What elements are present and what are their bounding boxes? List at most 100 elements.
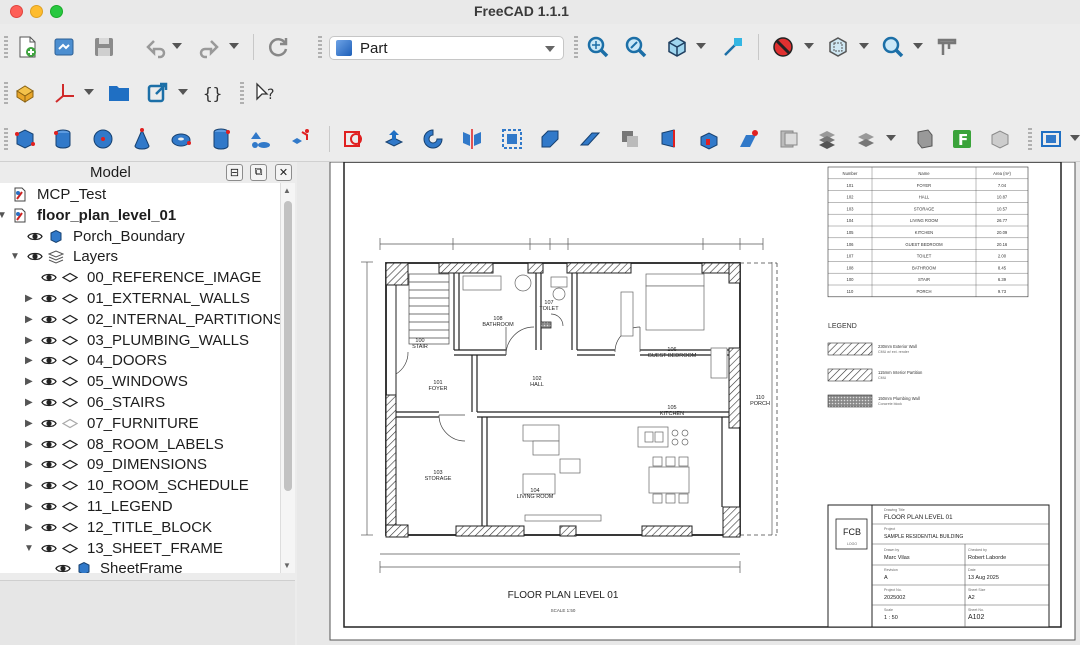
create-part-icon[interactable] — [12, 80, 38, 106]
toolbar-grip[interactable] — [240, 82, 244, 104]
cross-sections-icon[interactable] — [776, 126, 802, 152]
tube-icon[interactable] — [208, 126, 234, 152]
caliper-icon[interactable] — [934, 34, 960, 60]
create-group-icon[interactable] — [106, 80, 132, 106]
shape-from-mesh-icon[interactable] — [341, 126, 367, 152]
tree-item[interactable]: ▶ 02_INTERNAL_PARTITIONS — [0, 309, 280, 330]
collapse-arrow-icon[interactable]: ▶ — [25, 350, 33, 371]
redo-dropdown-icon[interactable] — [229, 43, 239, 49]
box-dropdown-icon[interactable] — [859, 43, 869, 49]
visibility-eye-icon[interactable] — [41, 270, 57, 285]
tree-item[interactable]: ▶ 09_DIMENSIONS — [0, 454, 280, 475]
mirror-icon[interactable] — [459, 126, 485, 152]
chamfer-icon[interactable] — [537, 126, 563, 152]
tree-item[interactable]: SheetFrame — [0, 558, 280, 573]
visibility-eye-icon[interactable] — [41, 416, 57, 431]
whats-this-icon[interactable]: ? — [252, 80, 278, 106]
revolve-icon[interactable] — [420, 126, 446, 152]
check-dropdown-icon[interactable] — [1070, 135, 1080, 141]
view-dropdown-icon[interactable] — [696, 43, 706, 49]
offset-icon[interactable] — [814, 126, 840, 152]
toolbar-grip[interactable] — [318, 36, 322, 58]
visibility-eye-icon[interactable] — [41, 374, 57, 389]
visibility-eye-icon[interactable] — [41, 478, 57, 493]
cylinder-icon[interactable] — [50, 126, 76, 152]
visibility-eye-icon[interactable] — [41, 541, 57, 556]
cone-icon[interactable] — [129, 126, 155, 152]
collapse-arrow-icon[interactable]: ▶ — [25, 434, 33, 455]
check-geometry-icon[interactable] — [1038, 126, 1064, 152]
expand-arrow-icon[interactable]: ▼ — [10, 246, 20, 267]
visibility-eye-icon[interactable] — [41, 499, 57, 514]
visibility-eye-icon[interactable] — [41, 457, 57, 472]
visibility-eye-icon[interactable] — [41, 353, 57, 368]
expand-arrow-icon[interactable]: ▼ — [24, 538, 34, 559]
collapse-arrow-icon[interactable]: ▶ — [25, 496, 33, 517]
drawing-view[interactable]: 100 STAIR 101 FOYER 102 HALL 103 STORAGE 104 LIVI… — [297, 162, 1080, 645]
save-icon[interactable] — [91, 34, 117, 60]
tree-item[interactable]: ▼ floor_plan_level_01 — [0, 205, 280, 226]
thickness-icon[interactable] — [853, 126, 879, 152]
draw-style-dropdown-icon[interactable] — [804, 43, 814, 49]
section-icon[interactable] — [736, 126, 762, 152]
color-per-face-icon[interactable] — [987, 126, 1013, 152]
visibility-eye-icon[interactable] — [41, 312, 57, 327]
draw-style-icon[interactable] — [770, 34, 796, 60]
tree-item[interactable]: ▶ 01_EXTERNAL_WALLS — [0, 288, 280, 309]
attachment-icon[interactable]: F — [949, 126, 975, 152]
visibility-eye-icon[interactable] — [55, 561, 71, 573]
collapse-arrow-icon[interactable]: ▶ — [25, 392, 33, 413]
tree-scrollbar[interactable]: ▲ ▼ — [280, 183, 295, 573]
coordinate-dropdown-icon[interactable] — [84, 89, 94, 95]
tree-item[interactable]: ▶ 10_ROOM_SCHEDULE — [0, 475, 280, 496]
collapse-arrow-icon[interactable]: ▶ — [25, 371, 33, 392]
tree-item[interactable]: ▶ 11_LEGEND — [0, 496, 280, 517]
tree-item[interactable]: ▶ 04_DOORS — [0, 350, 280, 371]
visibility-eye-icon[interactable] — [41, 291, 57, 306]
extrude-icon[interactable] — [381, 126, 407, 152]
redo-icon[interactable] — [195, 34, 221, 60]
undo-icon[interactable] — [144, 34, 170, 60]
open-document-icon[interactable] — [51, 34, 77, 60]
collapse-arrow-icon[interactable]: ▶ — [25, 330, 33, 351]
close-panel-icon[interactable]: ✕ — [275, 164, 292, 181]
projection-icon[interactable] — [912, 126, 938, 152]
tree-item[interactable]: ▼ 13_SHEET_FRAME — [0, 538, 280, 559]
tree-item[interactable]: Porch_Boundary — [0, 226, 280, 247]
measure-icon[interactable] — [720, 34, 746, 60]
tree-item[interactable]: 00_REFERENCE_IMAGE — [0, 267, 280, 288]
sweep-icon[interactable] — [696, 126, 722, 152]
collapse-arrow-icon[interactable]: ▶ — [25, 413, 33, 434]
collapse-arrow-icon[interactable]: ▶ — [25, 475, 33, 496]
refresh-icon[interactable] — [265, 34, 291, 60]
undo-dropdown-icon[interactable] — [172, 43, 182, 49]
offset-dropdown-icon[interactable] — [886, 135, 896, 141]
zoom-dropdown-icon[interactable] — [913, 43, 923, 49]
workbench-selector[interactable]: Part — [329, 36, 564, 60]
visibility-eye-icon[interactable] — [41, 395, 57, 410]
torus-icon[interactable] — [168, 126, 194, 152]
tree-item[interactable]: ▶ 06_STAIRS — [0, 392, 280, 413]
collapse-arrow-icon[interactable]: ▶ — [25, 309, 33, 330]
collapse-arrow-icon[interactable]: ▶ — [25, 517, 33, 538]
ruled-surface-icon[interactable] — [617, 126, 643, 152]
link-actions-icon[interactable] — [145, 80, 171, 106]
tree-item[interactable]: ▶ 07_FURNITURE — [0, 413, 280, 434]
collapse-arrow-icon[interactable]: ▶ — [25, 288, 33, 309]
toolbar-grip[interactable] — [4, 128, 8, 150]
tree-item[interactable]: ▶ 08_ROOM_LABELS — [0, 434, 280, 455]
loft-icon[interactable] — [657, 126, 683, 152]
toolbar-grip[interactable] — [574, 36, 578, 58]
variable-set-icon[interactable]: {} — [199, 80, 225, 106]
primitives-icon[interactable] — [247, 126, 273, 152]
make-face-icon[interactable] — [577, 126, 603, 152]
tree-item[interactable]: ▼ Layers — [0, 246, 280, 267]
collapse-arrow-icon[interactable]: ▶ — [25, 454, 33, 475]
tree-item[interactable]: ▶ 03_PLUMBING_WALLS — [0, 330, 280, 351]
visibility-eye-icon[interactable] — [41, 333, 57, 348]
zoom-icon[interactable] — [880, 34, 906, 60]
tree-item[interactable]: MCP_Test — [0, 184, 280, 205]
toolbar-grip[interactable] — [4, 36, 8, 58]
visibility-eye-icon[interactable] — [27, 229, 43, 244]
model-tree[interactable]: MCP_Test ▼ floor_plan_level_01 Porch_Bounda… — [0, 183, 280, 573]
